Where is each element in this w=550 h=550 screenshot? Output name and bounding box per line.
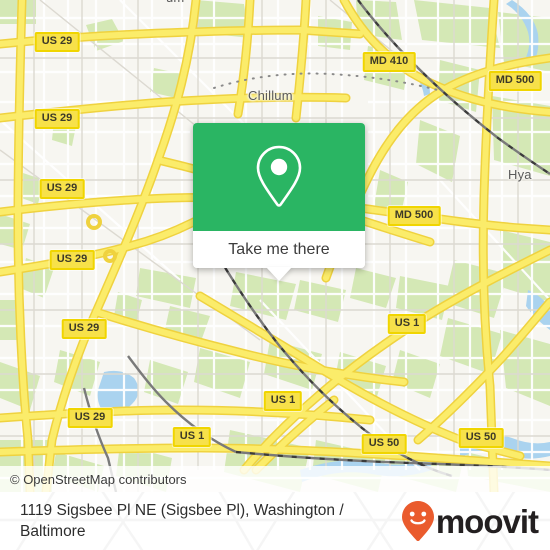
highway-shield-us29-3[interactable]: US 29 [39, 179, 85, 199]
moovit-logo[interactable]: moovit [401, 500, 539, 542]
take-me-there-button[interactable]: Take me there [193, 231, 365, 281]
place-label-chillum: Chillum [248, 88, 293, 103]
take-me-there-label: Take me there [228, 240, 330, 258]
osm-attribution-bar: © OpenStreetMap contributors [0, 466, 550, 492]
location-pin-icon [256, 145, 302, 207]
map-screenshot: Chillum Hya um US 29 US 29 US 29 US 29 U… [0, 0, 550, 550]
highway-shield-us1-3[interactable]: US 1 [172, 427, 212, 447]
moovit-pin-icon [401, 501, 434, 541]
moovit-wordmark: moovit [435, 502, 539, 540]
footer-bar: 1119 Sigsbee Pl NE (Sigsbee Pl), Washing… [0, 492, 550, 550]
highway-shield-md410[interactable]: MD 410 [362, 52, 416, 72]
map-canvas[interactable]: Chillum Hya um US 29 US 29 US 29 US 29 U… [0, 0, 550, 492]
osm-attribution-text[interactable]: © OpenStreetMap contributors [0, 472, 187, 487]
highway-shield-us50-1[interactable]: US 50 [361, 434, 407, 454]
highway-shield-us29-4[interactable]: US 29 [49, 250, 95, 270]
highway-shield-us50-2[interactable]: US 50 [458, 428, 504, 448]
location-callout-card[interactable]: Take me there [193, 123, 365, 281]
highway-shield-us29-1[interactable]: US 29 [34, 32, 80, 52]
highway-shield-us1-1[interactable]: US 1 [387, 314, 427, 334]
highway-shield-us29-6[interactable]: US 29 [67, 408, 113, 428]
callout-tail [266, 267, 292, 281]
callout-pin-area [193, 123, 365, 231]
highway-shield-md500-1[interactable]: MD 500 [488, 71, 542, 91]
address-text: 1119 Sigsbee Pl NE (Sigsbee Pl), Washing… [20, 502, 344, 540]
highway-shield-us29-2[interactable]: US 29 [34, 109, 80, 129]
highway-shield-us29-5[interactable]: US 29 [61, 319, 107, 339]
place-label-partial-top: um [166, 0, 184, 5]
highway-shield-us1-2[interactable]: US 1 [263, 391, 303, 411]
place-label-hyattsville: Hya [508, 167, 532, 182]
highway-shield-md500-2[interactable]: MD 500 [387, 206, 441, 226]
